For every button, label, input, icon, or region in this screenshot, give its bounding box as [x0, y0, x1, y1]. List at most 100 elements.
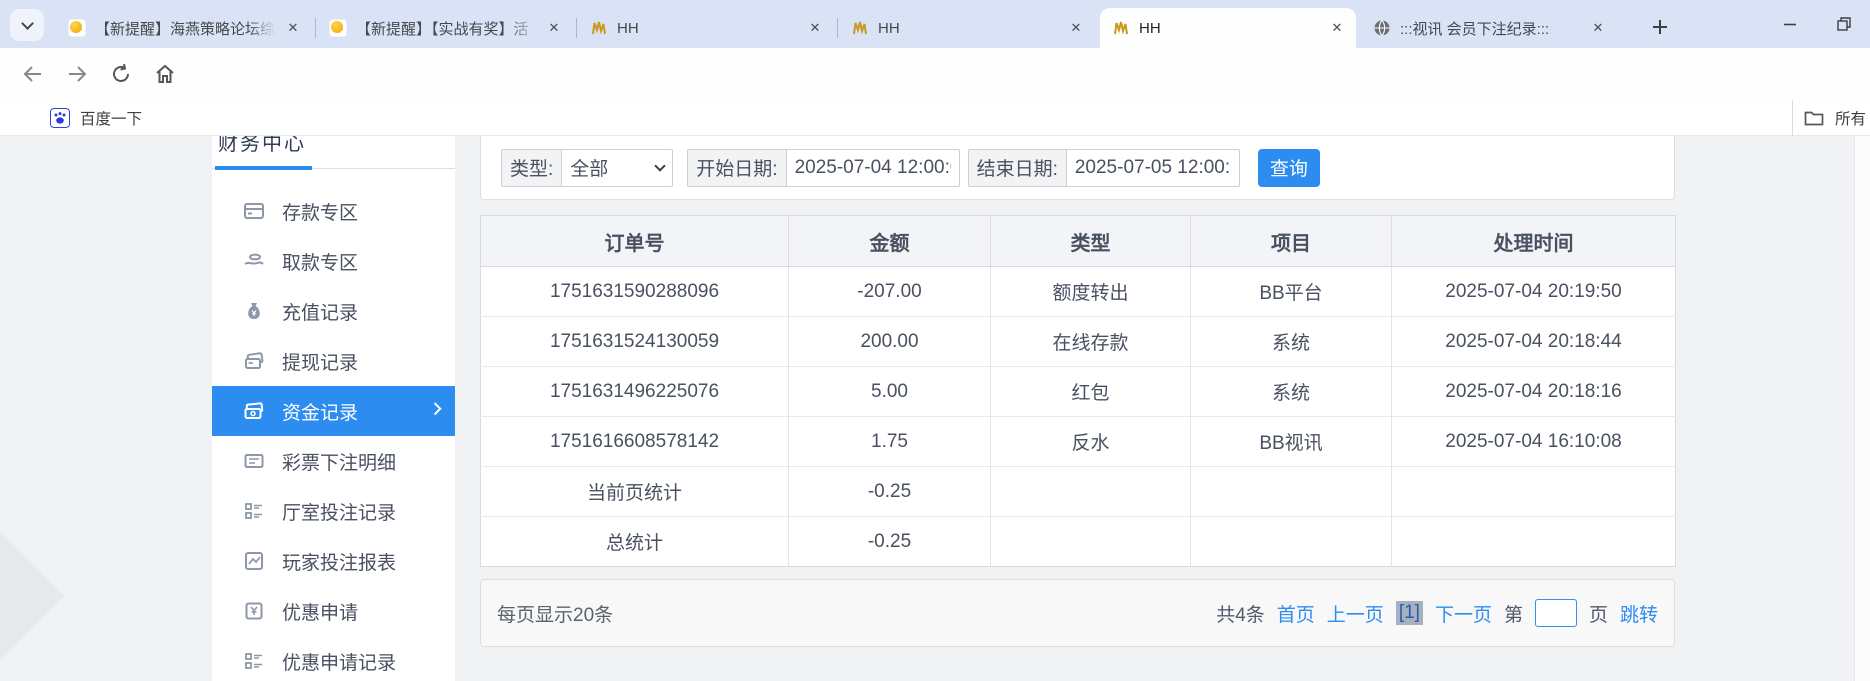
jump-link[interactable]: 跳转	[1620, 600, 1658, 627]
cell-type: 在线存款	[991, 317, 1191, 367]
money-bag-icon	[243, 300, 265, 322]
page-scrollbar[interactable]	[1854, 136, 1870, 681]
table-header-row: 订单号 金额 类型 项目 处理时间	[481, 216, 1676, 267]
sidebar-item-promo-apply-records[interactable]: 优惠申请记录	[212, 636, 455, 681]
browser-tab-6[interactable]: :::视讯 会员下注纪录::: ✕	[1361, 8, 1617, 48]
close-icon[interactable]: ✕	[1589, 19, 1607, 37]
page-jump-input[interactable]	[1535, 599, 1577, 627]
hh-favicon	[1112, 19, 1130, 37]
sidebar-item-funds-records[interactable]: 资金记录	[212, 386, 455, 436]
back-icon[interactable]	[16, 57, 50, 91]
cell-summary-label: 当前页统计	[481, 467, 789, 517]
cell-project: BB视讯	[1191, 417, 1392, 467]
sidebar-item-player-bet-report[interactable]: 玩家投注报表	[212, 536, 455, 586]
sidebar-header-clipped: 财务中心	[218, 136, 328, 155]
forward-icon[interactable]	[60, 57, 94, 91]
end-date-label: 结束日期:	[968, 149, 1066, 187]
sidebar-item-lottery-bet-details[interactable]: 彩票下注明细	[212, 436, 455, 486]
cell-amount: 5.00	[789, 367, 991, 417]
all-bookmarks-button[interactable]: 所有	[1792, 100, 1870, 136]
hh-favicon	[590, 19, 608, 37]
start-date-input[interactable]	[786, 149, 960, 187]
tab-title: 【新提醒】【实战有奖】活	[356, 18, 541, 39]
browser-tab-5-active[interactable]: HH ✕	[1100, 8, 1356, 48]
home-icon[interactable]	[148, 57, 182, 91]
cell-amount: -207.00	[789, 267, 991, 317]
list-icon	[243, 650, 265, 672]
close-icon[interactable]: ✕	[806, 19, 824, 37]
table-row-total-summary: 总统计 -0.25	[481, 517, 1676, 567]
column-header-amount: 金额	[789, 216, 991, 267]
browser-tab-3[interactable]: HH ✕	[578, 8, 834, 48]
wallet-icon	[243, 400, 265, 422]
browser-tab-4[interactable]: HH ✕	[839, 8, 1095, 48]
table-row: 1751631590288096 -207.00 额度转出 BB平台 2025-…	[481, 267, 1676, 317]
close-icon[interactable]: ✕	[545, 19, 563, 37]
prev-page-link[interactable]: 上一页	[1327, 600, 1384, 627]
cell-type: 反水	[991, 417, 1191, 467]
total-count-text: 共4条	[1216, 600, 1265, 627]
cell-time: 2025-07-04 20:19:50	[1392, 267, 1676, 317]
tab-separator	[576, 18, 577, 38]
table-row-page-summary: 当前页统计 -0.25	[481, 467, 1676, 517]
query-button[interactable]: 查询	[1258, 149, 1320, 187]
coupon-icon	[243, 600, 265, 622]
cell-order-no: 1751616608578142	[481, 417, 789, 467]
minimize-button[interactable]	[1776, 10, 1804, 38]
column-header-type: 类型	[991, 216, 1191, 267]
tab-title: HH	[1139, 20, 1324, 37]
start-date-group: 开始日期:	[687, 149, 959, 187]
chevron-down-icon	[655, 160, 666, 171]
cell-project: 系统	[1191, 317, 1392, 367]
bookmark-baidu[interactable]: 百度一下	[50, 107, 142, 129]
baidu-paw-icon	[50, 108, 70, 128]
table-row: 1751631524130059 200.00 在线存款 系统 2025-07-…	[481, 317, 1676, 367]
tab-title: :::视讯 会员下注纪录:::	[1400, 18, 1585, 39]
browser-tab-1[interactable]: 【新提醒】海燕策略论坛综 ✕	[56, 8, 312, 48]
tab-search-button[interactable]	[10, 9, 44, 41]
reload-icon[interactable]	[104, 57, 138, 91]
close-icon[interactable]: ✕	[1067, 19, 1085, 37]
end-date-input[interactable]	[1066, 149, 1240, 187]
sidebar-divider-accent	[215, 166, 312, 170]
new-tab-button[interactable]	[1645, 12, 1675, 42]
background-watermark	[0, 511, 65, 681]
tab-title: HH	[617, 20, 802, 37]
sidebar-item-withdraw-zone[interactable]: 取款专区	[212, 236, 455, 286]
restore-window-button[interactable]	[1830, 10, 1858, 38]
close-icon[interactable]: ✕	[284, 19, 302, 37]
browser-tab-2[interactable]: 【新提醒】【实战有奖】活 ✕	[317, 8, 573, 48]
sidebar-item-promo-apply[interactable]: 优惠申请	[212, 586, 455, 636]
current-page-indicator: [1]	[1396, 601, 1423, 625]
tab-title: HH	[878, 20, 1063, 37]
type-select-value: 全部	[570, 154, 608, 181]
first-page-link[interactable]: 首页	[1277, 600, 1315, 627]
type-filter-label: 类型:	[501, 149, 561, 187]
funds-records-table: 订单号 金额 类型 项目 处理时间 1751631590288096 -207.…	[480, 215, 1676, 567]
browser-toolbar: yl756.com/hhcp/usercenter.html?iniType=6	[0, 48, 1870, 100]
sidebar-item-hall-bet-records[interactable]: 厅室投注记录	[212, 486, 455, 536]
pagination-bar: 每页显示20条 共4条 首页 上一页 [1] 下一页 第 页 跳转	[480, 579, 1675, 647]
page-content: 财务中心 存款专区 取款专区 充值记录 提现记录 资金记录	[0, 136, 1870, 681]
cell-order-no: 1751631524130059	[481, 317, 789, 367]
sidebar-item-deposit-zone[interactable]: 存款专区	[212, 186, 455, 236]
close-icon[interactable]: ✕	[1328, 19, 1346, 37]
cell-amount: -0.25	[789, 467, 991, 517]
all-bookmarks-label: 所有	[1835, 107, 1866, 129]
cell-order-no: 1751631496225076	[481, 367, 789, 417]
browser-tab-strip: 【新提醒】海燕策略论坛综 ✕ 【新提醒】【实战有奖】活 ✕ HH ✕ HH ✕ …	[0, 0, 1870, 48]
cell-time: 2025-07-04 20:18:16	[1392, 367, 1676, 417]
jump-prefix-label: 第	[1504, 600, 1523, 627]
type-select[interactable]: 全部	[561, 149, 673, 187]
chevron-right-icon	[429, 402, 442, 415]
sidebar-item-recharge-records[interactable]: 充值记录	[212, 286, 455, 336]
start-date-label: 开始日期:	[687, 149, 785, 187]
next-page-link[interactable]: 下一页	[1435, 600, 1492, 627]
bookmarks-bar: 百度一下 所有	[0, 100, 1870, 136]
bookmark-label: 百度一下	[80, 107, 142, 129]
cell-type: 额度转出	[991, 267, 1191, 317]
jump-suffix-label: 页	[1589, 600, 1608, 627]
cell-summary-label: 总统计	[481, 517, 789, 567]
sidebar-item-withdrawal-records[interactable]: 提现记录	[212, 336, 455, 386]
cell-order-no: 1751631590288096	[481, 267, 789, 317]
